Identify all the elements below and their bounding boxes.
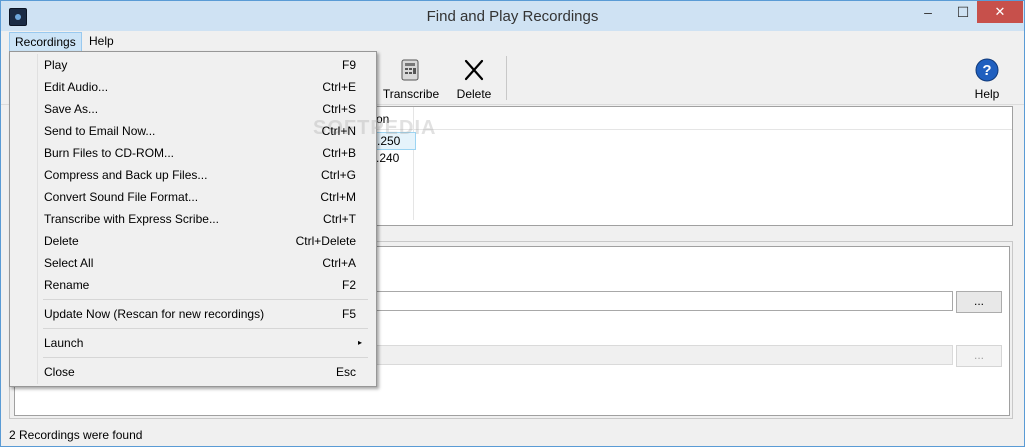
delete-button[interactable]: Delete [449,56,499,102]
help-question-icon: ? [975,58,999,82]
close-window-button[interactable]: ✕ [977,1,1023,23]
menu-item-label: Update Now (Rescan for new recordings) [44,307,265,321]
menu-item-label: Close [44,365,75,379]
title-bar: Find and Play Recordings – ☐ ✕ [1,1,1024,31]
submenu-arrow-icon: ▸ [357,338,362,347]
menu-item-update-now[interactable]: Update Now (Rescan for new recordings) F… [12,303,372,325]
transcribe-icon [401,59,419,81]
main-window: Find and Play Recordings – ☐ ✕ Recording… [0,0,1025,447]
menu-item-launch[interactable]: Launch ▸ [12,332,372,354]
menu-item-save-as[interactable]: Save As... Ctrl+S [12,98,372,120]
menu-bar: Recordings Help [1,31,1024,52]
menu-item-shortcut: Ctrl+S [322,102,356,116]
menu-item-compress[interactable]: Compress and Back up Files... Ctrl+G [12,164,372,186]
list-cell[interactable]: .240 [374,150,414,166]
menu-item-edit-audio[interactable]: Edit Audio... Ctrl+E [12,76,372,98]
transcribe-button[interactable]: Transcribe [381,56,441,102]
menu-item-delete[interactable]: Delete Ctrl+Delete [12,230,372,252]
menu-item-burn[interactable]: Burn Files to CD-ROM... Ctrl+B [12,142,372,164]
delete-x-icon [464,59,484,81]
menu-item-label: Rename [44,278,90,292]
menu-separator [43,299,368,300]
menu-item-send-email[interactable]: Send to Email Now... Ctrl+N [12,120,372,142]
status-text: 2 Recordings were found [9,428,143,442]
minimize-button[interactable]: – [911,1,945,23]
menu-recordings[interactable]: Recordings [9,32,82,52]
disabled-browse-button: ... [956,345,1002,367]
menu-item-close[interactable]: Close Esc [12,361,372,383]
window-title: Find and Play Recordings [426,8,599,25]
menu-item-label: Select All [44,256,94,270]
menu-item-shortcut: F5 [341,307,356,321]
menu-item-label: Transcribe with Express Scribe... [44,212,219,226]
help-button[interactable]: ? Help [962,56,1012,102]
menu-item-label: Play [44,58,68,72]
menu-item-select-all[interactable]: Select All Ctrl+A [12,252,372,274]
status-bar: 2 Recordings were found [1,424,1024,446]
transcribe-label: Transcribe [382,87,440,101]
menu-item-shortcut: Ctrl+B [322,146,356,160]
recordings-menu-dropdown: SOFTPEDIA Play F9 Edit Audio... Ctrl+E S… [9,51,435,387]
menu-item-shortcut: Ctrl+N [321,124,356,138]
menu-item-label: Send to Email Now... [44,124,156,138]
menu-item-label: Launch [44,336,84,350]
menu-item-label: Convert Sound File Format... [44,190,199,204]
menu-item-play[interactable]: Play F9 [12,54,372,76]
menu-item-shortcut: Ctrl+A [322,256,356,270]
menu-item-label: Edit Audio... [44,80,109,94]
menu-item-label: Burn Files to CD-ROM... [44,146,175,160]
help-label: Help [974,87,1000,101]
menu-item-transcribe[interactable]: Transcribe with Express Scribe... Ctrl+T [12,208,372,230]
menu-item-convert[interactable]: Convert Sound File Format... Ctrl+M [12,186,372,208]
toolbar-separator [506,56,507,100]
svg-text:?: ? [982,62,991,79]
menu-item-shortcut: F9 [341,58,356,72]
disabled-path-field [375,345,953,365]
menu-item-shortcut: Ctrl+G [320,168,356,182]
menu-item-shortcut: Ctrl+M [320,190,356,204]
menu-item-rename[interactable]: Rename F2 [12,274,372,296]
menu-item-shortcut: Ctrl+Delete [295,234,356,248]
menu-separator [43,357,368,358]
menu-item-label: Save As... [44,102,99,116]
menu-help[interactable]: Help [84,32,119,50]
menu-item-shortcut: Ctrl+E [322,80,356,94]
menu-separator [43,328,368,329]
path-field[interactable] [375,291,953,311]
menu-item-shortcut: F2 [341,278,356,292]
menu-item-label: Delete [44,234,79,248]
menu-item-shortcut: Esc [335,365,356,379]
menu-item-shortcut: Ctrl+T [323,212,356,226]
delete-label: Delete [456,87,492,101]
menu-item-label: Compress and Back up Files... [44,168,208,182]
browse-button[interactable]: ... [956,291,1002,313]
maximize-button[interactable]: ☐ [946,1,980,23]
